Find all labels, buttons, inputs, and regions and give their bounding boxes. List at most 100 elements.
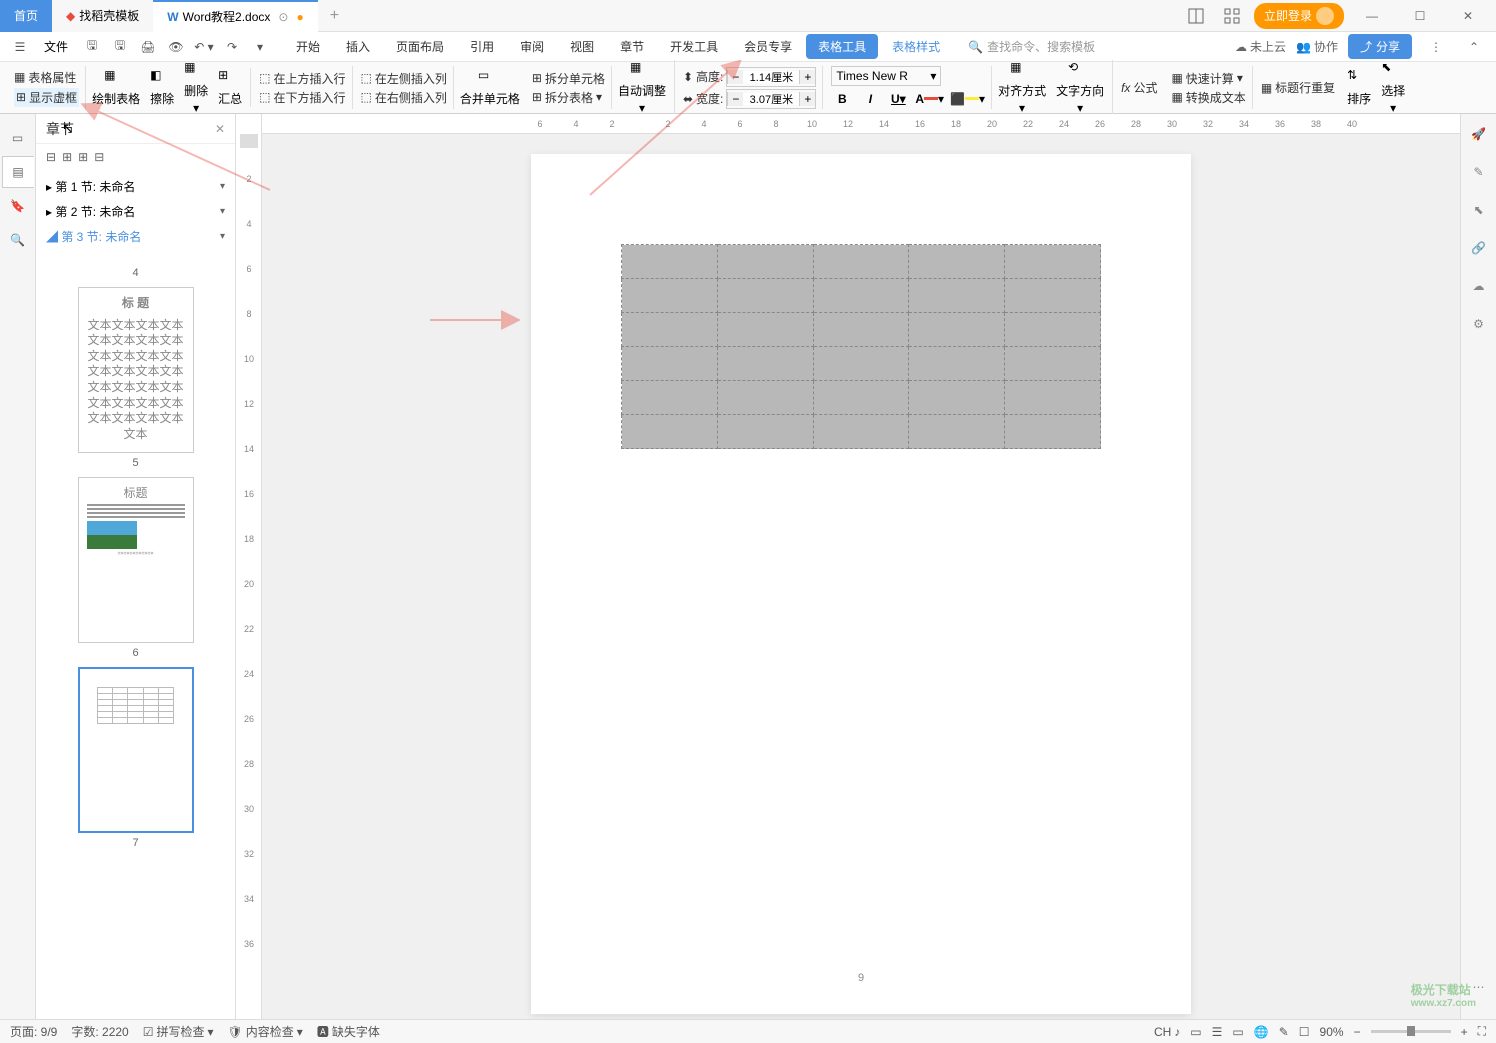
left-tab-bookmark[interactable]: 🔖: [2, 190, 34, 222]
section-item-2[interactable]: ▸ 第 2 节: 未命名▾: [36, 199, 235, 224]
collapse-icon[interactable]: ⊞: [62, 150, 72, 164]
view-pen-icon[interactable]: ✎: [1279, 1025, 1289, 1039]
hamburger-icon[interactable]: ☰: [8, 35, 32, 59]
page[interactable]: 9: [531, 154, 1191, 1014]
insert-below-button[interactable]: ⬚在下方插入行: [259, 89, 345, 106]
highlight-button[interactable]: ⬛▾: [950, 88, 985, 110]
tab-add[interactable]: +: [318, 7, 351, 25]
to-text-button[interactable]: ▦转换成文本: [1171, 89, 1245, 106]
show-frame-button[interactable]: ⊞显示虚框: [14, 88, 79, 107]
italic-button[interactable]: I: [859, 88, 881, 110]
cloud-status[interactable]: ☁未上云: [1235, 38, 1286, 55]
add-section-icon[interactable]: ⊞: [78, 150, 88, 164]
status-words[interactable]: 字数: 2220: [71, 1023, 128, 1040]
width-inc[interactable]: +: [799, 92, 815, 106]
merge-cells-button[interactable]: ▭合并单元格: [456, 68, 524, 107]
undo-icon[interactable]: ↶ ▾: [192, 35, 216, 59]
height-dec[interactable]: −: [727, 70, 743, 84]
tab-options-icon[interactable]: ⊙: [278, 10, 288, 24]
preview-icon[interactable]: 👁: [164, 35, 188, 59]
font-color-button[interactable]: A▾: [915, 88, 944, 110]
right-tab-cloud[interactable]: ☁: [1467, 274, 1491, 298]
collab-button[interactable]: 👥协作: [1296, 38, 1338, 55]
select-button[interactable]: ⬉选择▾: [1377, 60, 1409, 115]
tab-insert[interactable]: 插入: [334, 34, 382, 59]
tab-document[interactable]: W Word教程2.docx ⊙ ●: [153, 0, 317, 32]
status-font[interactable]: 🅰缺失字体: [317, 1023, 380, 1040]
quick-calc-button[interactable]: ▦快速计算▾: [1171, 70, 1245, 87]
thumb-7[interactable]: 7: [36, 667, 235, 849]
tab-layout[interactable]: 页面布局: [384, 34, 456, 59]
tab-member[interactable]: 会员专享: [732, 34, 804, 59]
thumb-4[interactable]: 4: [36, 267, 235, 279]
right-tab-pen[interactable]: ✎: [1467, 160, 1491, 184]
chevron-down-icon[interactable]: ▾: [220, 181, 225, 192]
redo-icon[interactable]: ↷: [220, 35, 244, 59]
print-icon[interactable]: 🖨: [136, 35, 160, 59]
tab-view[interactable]: 视图: [558, 34, 606, 59]
height-input[interactable]: [743, 71, 799, 83]
share-button[interactable]: ⤴分享: [1348, 34, 1412, 59]
width-input[interactable]: [743, 93, 799, 105]
maximize-button[interactable]: ☐: [1400, 2, 1440, 30]
search-input[interactable]: 🔍 查找命令、搜索模板: [968, 38, 1095, 55]
auto-adjust-button[interactable]: ▦自动调整▾: [614, 60, 675, 115]
view-web-icon[interactable]: ☰: [1212, 1025, 1223, 1039]
canvas[interactable]: 642 246810121416182022242628303234363840…: [262, 114, 1460, 1019]
underline-button[interactable]: U▾: [887, 88, 909, 110]
font-select[interactable]: Times New R▾: [831, 66, 941, 86]
more-icon[interactable]: ⋮: [1422, 33, 1450, 61]
draw-table-button[interactable]: ▦绘制表格: [88, 68, 144, 107]
formula-button[interactable]: fx公式: [1115, 79, 1163, 96]
section-item-3[interactable]: ◢ 第 3 节: 未命名▾: [36, 224, 235, 249]
summary-button[interactable]: ⊞汇总: [214, 68, 251, 107]
tab-template[interactable]: ◆ 找稻壳模板: [52, 0, 153, 32]
left-tab-search[interactable]: 🔍: [2, 224, 34, 256]
bold-button[interactable]: B: [831, 88, 853, 110]
view-read-icon[interactable]: ▭: [1232, 1025, 1243, 1039]
tab-dev[interactable]: 开发工具: [658, 34, 730, 59]
sort-button[interactable]: ⇅排序: [1343, 68, 1375, 107]
fit-icon[interactable]: ⛶: [1478, 1024, 1486, 1039]
eraser-button[interactable]: ◧擦除: [146, 68, 178, 107]
selected-table[interactable]: [621, 244, 1101, 449]
table-props-button[interactable]: ▦表格属性: [14, 69, 79, 86]
section-item-1[interactable]: ▸ 第 1 节: 未命名▾: [36, 174, 235, 199]
right-tab-link[interactable]: 🔗: [1467, 236, 1491, 260]
right-tab-rocket[interactable]: 🚀: [1467, 122, 1491, 146]
insert-right-button[interactable]: ⬚在右侧插入列: [361, 89, 447, 106]
close-button[interactable]: ✕: [1448, 2, 1488, 30]
align-button[interactable]: ▦对齐方式▾: [994, 60, 1050, 115]
zoom-dec[interactable]: −: [1354, 1025, 1361, 1039]
expand-icon[interactable]: ⊟: [46, 150, 56, 164]
width-dec[interactable]: −: [727, 92, 743, 106]
tab-start[interactable]: 开始: [284, 34, 332, 59]
height-inc[interactable]: +: [799, 70, 815, 84]
save-icon[interactable]: 🖫: [80, 35, 104, 59]
apps-icon[interactable]: [1218, 2, 1246, 30]
right-tab-gear[interactable]: ⚙: [1467, 312, 1491, 336]
zoom-out-button[interactable]: ☐: [1299, 1025, 1310, 1039]
view-print-icon[interactable]: ▭: [1190, 1025, 1201, 1039]
insert-left-button[interactable]: ⬚在左侧插入列: [361, 70, 447, 87]
minimize-button[interactable]: —: [1352, 2, 1392, 30]
zoom-level[interactable]: 90%: [1320, 1025, 1344, 1039]
zoom-slider[interactable]: [1371, 1030, 1451, 1033]
thumb-6[interactable]: 标题文本文本文本文本文本文本 6: [36, 477, 235, 659]
insert-above-button[interactable]: ⬚在上方插入行: [259, 70, 345, 87]
file-menu[interactable]: 文件: [36, 38, 76, 55]
thumb-5[interactable]: 标 题文本文本文本文本文本文本文本文本文本文本文本文本文本文本文本文本文本文本文…: [36, 287, 235, 469]
tab-sections[interactable]: 章节: [608, 34, 656, 59]
zoom-inc[interactable]: +: [1461, 1025, 1468, 1039]
left-tab-sections[interactable]: ▤: [2, 156, 34, 188]
layout-icon[interactable]: [1182, 2, 1210, 30]
status-page[interactable]: 页面: 9/9: [10, 1023, 57, 1040]
sidebar-close-icon[interactable]: ✕: [215, 122, 225, 136]
saveas-icon[interactable]: 🖫: [108, 35, 132, 59]
view-globe-icon[interactable]: 🌐: [1254, 1025, 1269, 1039]
left-tab-book[interactable]: ▭: [2, 122, 34, 154]
status-spell[interactable]: ☑拼写检查▾: [143, 1023, 214, 1040]
right-tab-cursor[interactable]: ⬉: [1467, 198, 1491, 222]
status-content[interactable]: 🛡内容检查▾: [228, 1023, 303, 1040]
tab-reference[interactable]: 引用: [458, 34, 506, 59]
